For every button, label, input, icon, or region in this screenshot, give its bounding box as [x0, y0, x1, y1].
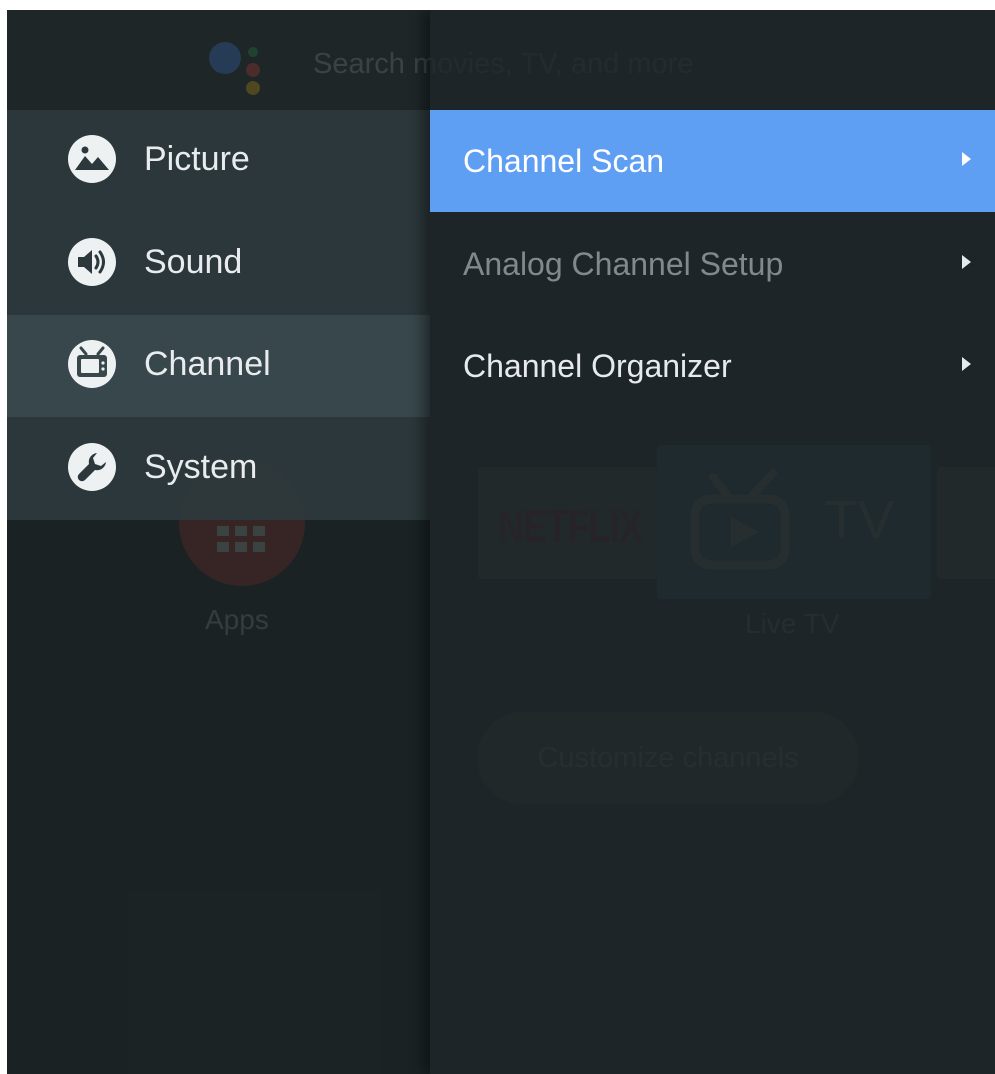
channel-submenu: Channel Scan Analog Channel Setup Channe…: [430, 10, 995, 1074]
menu-item-sound[interactable]: Sound: [7, 213, 430, 315]
menu-item-label: Picture: [144, 140, 250, 178]
tv-icon: [68, 340, 116, 388]
settings-category-menu: Picture Sound Channel System: [7, 110, 430, 520]
wrench-icon: [68, 443, 116, 491]
sound-icon: [68, 238, 116, 286]
chevron-right-icon: [962, 255, 971, 269]
submenu-item-label: Channel Scan: [463, 143, 665, 179]
menu-item-system[interactable]: System: [7, 418, 430, 520]
submenu-item-label: Analog Channel Setup: [463, 246, 784, 282]
picture-icon: [68, 135, 116, 183]
submenu-item-channel-scan[interactable]: Channel Scan: [430, 110, 995, 212]
tv-screen: Search movies, TV, and more Apps NETFLIX…: [7, 10, 995, 1074]
menu-item-label: System: [144, 448, 258, 486]
submenu-item-label: Channel Organizer: [463, 348, 732, 384]
submenu-item-channel-organizer[interactable]: Channel Organizer: [430, 315, 995, 417]
google-assistant-icon: [209, 42, 260, 95]
menu-item-picture[interactable]: Picture: [7, 110, 430, 212]
chevron-right-icon: [962, 152, 971, 166]
chevron-right-icon: [962, 357, 971, 371]
menu-item-channel[interactable]: Channel: [7, 315, 430, 417]
menu-item-label: Sound: [144, 243, 243, 281]
menu-item-label: Channel: [144, 345, 271, 383]
left-panel-shade: [7, 520, 430, 1074]
submenu-item-analog-channel-setup[interactable]: Analog Channel Setup: [430, 213, 995, 315]
